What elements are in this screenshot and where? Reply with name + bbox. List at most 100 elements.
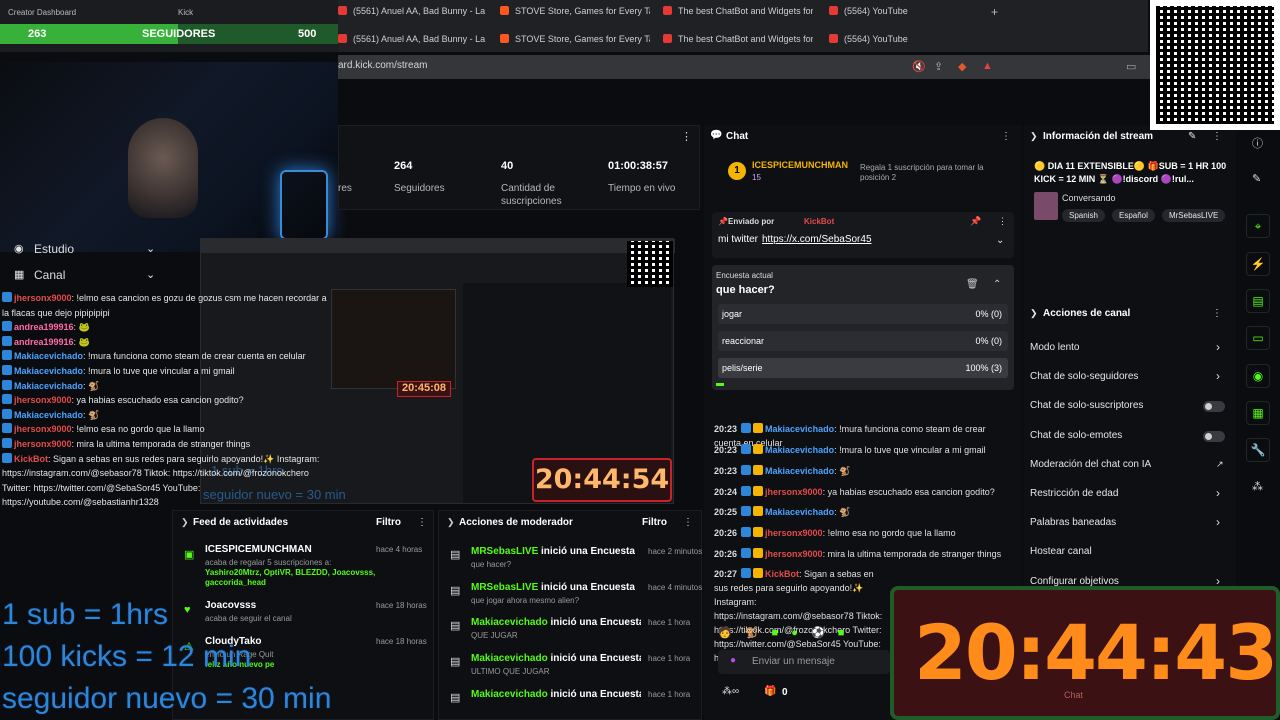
- lightning-icon[interactable]: ⚡: [1246, 252, 1270, 276]
- extension-icon[interactable]: ▲: [982, 60, 993, 72]
- chevron-down-icon[interactable]: ⌄: [146, 242, 155, 255]
- stream-info-more-icon[interactable]: ⋮: [1212, 131, 1222, 142]
- pencil-rail-icon[interactable]: ✎: [1252, 172, 1261, 185]
- stream-category[interactable]: Conversando: [1062, 193, 1116, 203]
- share-icon[interactable]: ⇪: [934, 60, 943, 73]
- channel-actions-more-icon[interactable]: ⋮: [1212, 308, 1222, 319]
- chevron-right-icon[interactable]: ›: [1216, 369, 1220, 383]
- document-icon[interactable]: ▤: [1246, 289, 1270, 313]
- info-rail-icon[interactable]: ⓘ: [1252, 135, 1263, 151]
- toggle-switch[interactable]: [1203, 401, 1225, 413]
- browser-tab-mirror[interactable]: (5564) YouTube: [829, 34, 979, 50]
- chat-user[interactable]: Makiacevichado: [765, 507, 834, 517]
- emote-icon[interactable]: 🐒: [745, 627, 759, 639]
- activity-filter-button[interactable]: Filtro: [376, 517, 401, 528]
- external-link-icon[interactable]: ↗: [1216, 459, 1224, 470]
- browser-tab[interactable]: The best ChatBot and Widgets for Ki: [663, 6, 813, 22]
- new-tab-icon[interactable]: +: [991, 5, 998, 19]
- channel-action-label[interactable]: Restricción de edad: [1030, 488, 1118, 499]
- mod-action-row[interactable]: MRSebasLIVE inició una Encuesta: [471, 546, 641, 557]
- overlay-chat-user[interactable]: Makiacevichado: [14, 381, 83, 391]
- browser-tab[interactable]: (5564) YouTube: [829, 6, 979, 22]
- chat-user[interactable]: jhersonx9000: [765, 528, 823, 538]
- users-rail-icon[interactable]: ⁂: [1252, 480, 1263, 493]
- infinity-icon[interactable]: ⁂∞: [722, 686, 739, 697]
- mod-user[interactable]: MRSebasLIVE: [471, 546, 538, 557]
- stats-more-icon[interactable]: ⋮: [681, 130, 692, 143]
- chat-user[interactable]: Makiacevichado: [765, 445, 834, 455]
- menu-canal[interactable]: Canal: [34, 268, 65, 282]
- overlay-chat-user[interactable]: KickBot: [14, 454, 48, 464]
- mod-user[interactable]: Makiacevichado: [471, 653, 548, 664]
- channel-action-label[interactable]: Chat de solo-seguidores: [1030, 371, 1138, 382]
- trash-icon[interactable]: 🗑: [966, 279, 979, 290]
- url-text[interactable]: ard.kick.com/stream: [338, 60, 427, 71]
- activity-more-icon[interactable]: ⋮: [417, 517, 427, 528]
- wrench-icon[interactable]: 🔧: [1246, 438, 1270, 462]
- poll-option[interactable]: pelis/serie 100% (3): [718, 358, 1008, 378]
- channel-action-label[interactable]: Palabras baneadas: [1030, 517, 1116, 528]
- chevron-up-icon[interactable]: ⌃: [993, 279, 1001, 290]
- emote-icon[interactable]: 🧑: [718, 627, 732, 639]
- browser-tab[interactable]: STOVE Store, Games for Every Taste!: [500, 6, 650, 22]
- emote-icon[interactable]: ■: [772, 627, 779, 639]
- browser-tab-mirror[interactable]: (5561) Anuel AA, Bad Bunny - La: [338, 34, 488, 50]
- mod-filter-button[interactable]: Filtro: [642, 517, 667, 528]
- activity-user[interactable]: Joacovsss: [205, 600, 256, 611]
- mod-user[interactable]: Makiacevichado: [471, 689, 548, 700]
- top-gifter-name[interactable]: ICESPICEMUNCHMAN: [752, 160, 848, 170]
- chevron-down-icon[interactable]: ⌄: [146, 268, 155, 281]
- chat-more-icon[interactable]: ⋮: [1001, 131, 1011, 142]
- chat-input[interactable]: ● Enviar un mensaje: [718, 650, 890, 674]
- chat-rail-icon[interactable]: ▭: [1246, 326, 1270, 350]
- activity-user[interactable]: ICESPICEMUNCHMAN: [205, 544, 312, 555]
- mod-user[interactable]: Makiacevichado: [471, 617, 548, 628]
- poll-option[interactable]: jogar 0% (0): [718, 304, 1008, 324]
- gift-icon[interactable]: 🎁: [764, 686, 776, 697]
- chat-user[interactable]: Makiacevichado: [765, 424, 834, 434]
- overlay-chat-user[interactable]: Makiacevichado: [14, 366, 83, 376]
- emote-picker-icon[interactable]: ●: [730, 655, 736, 666]
- brave-shield-icon[interactable]: ◆: [958, 60, 966, 73]
- unpin-icon[interactable]: 📌: [970, 216, 981, 227]
- pinned-more-icon[interactable]: ⋮: [998, 216, 1007, 227]
- chevron-right-icon[interactable]: ›: [1216, 340, 1220, 354]
- overlay-chat-user[interactable]: andrea199916: [14, 322, 74, 332]
- target-icon[interactable]: ⌖: [1246, 214, 1270, 238]
- emote-icon[interactable]: ⚽: [811, 627, 825, 639]
- overlay-chat-user[interactable]: jhersonx9000: [14, 395, 72, 405]
- emote-icon[interactable]: ●: [791, 627, 798, 639]
- overlay-chat-user[interactable]: jhersonx9000: [14, 439, 72, 449]
- pinned-user[interactable]: KickBot: [804, 217, 834, 226]
- overlay-chat-user[interactable]: Makiacevichado: [14, 410, 83, 420]
- sidebar-toggle-icon[interactable]: ▭: [1126, 60, 1136, 73]
- menu-estudio[interactable]: Estudio: [34, 242, 74, 256]
- mod-user[interactable]: MRSebasLIVE: [471, 582, 538, 593]
- poll-option[interactable]: reaccionar 0% (0): [718, 331, 1008, 351]
- mod-action-row[interactable]: Makiacevichado inició una Encuesta: [471, 617, 641, 628]
- chevron-right-icon[interactable]: ›: [1216, 515, 1220, 529]
- channel-action-label[interactable]: Moderación del chat con IA: [1030, 459, 1151, 470]
- chat-user[interactable]: jhersonx9000: [765, 549, 823, 559]
- mod-action-row[interactable]: MRSebasLIVE inició una Encuesta: [471, 582, 641, 593]
- overlay-chat-user[interactable]: jhersonx9000: [14, 293, 72, 303]
- chat-user[interactable]: jhersonx9000: [765, 487, 823, 497]
- toggle-switch[interactable]: [1203, 430, 1225, 442]
- browser-tab-mirror[interactable]: The best ChatBot and Widgets for Ki: [663, 34, 813, 50]
- address-bar[interactable]: [338, 55, 1280, 79]
- chat-user[interactable]: Makiacevichado: [765, 466, 834, 476]
- edit-icon[interactable]: ✎: [1188, 131, 1196, 142]
- channel-action-label[interactable]: Configurar objetivos: [1030, 576, 1119, 587]
- chat-user[interactable]: KickBot: [765, 569, 799, 579]
- broadcast-icon[interactable]: ◉: [1246, 364, 1270, 388]
- channel-action-label[interactable]: Modo lento: [1030, 342, 1079, 353]
- server-icon[interactable]: ▦: [1246, 401, 1270, 425]
- mod-action-row[interactable]: Makiacevichado inició una Encuesta: [471, 653, 641, 664]
- emote-icon[interactable]: ■: [838, 627, 845, 639]
- overlay-chat-user[interactable]: Makiacevichado: [14, 351, 83, 361]
- overlay-chat-user[interactable]: andrea199916: [14, 337, 74, 347]
- channel-action-label[interactable]: Chat de solo-emotes: [1030, 430, 1122, 441]
- overlay-chat-user[interactable]: jhersonx9000: [14, 424, 72, 434]
- mod-more-icon[interactable]: ⋮: [683, 517, 693, 528]
- chevron-right-icon[interactable]: ›: [1216, 486, 1220, 500]
